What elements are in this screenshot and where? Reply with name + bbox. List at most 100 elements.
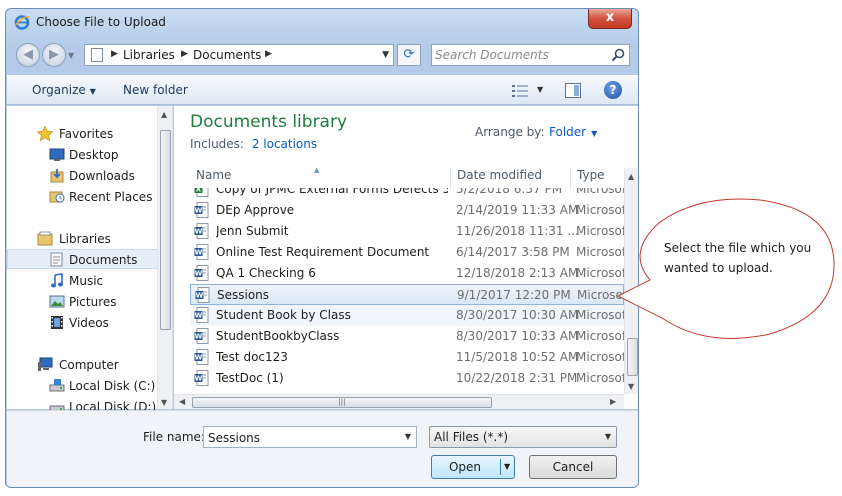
nav-item-documents[interactable]: Documents xyxy=(7,249,159,269)
refresh-button[interactable]: ⟳ xyxy=(397,44,421,66)
file-name: Student Book by Class xyxy=(216,308,351,322)
file-row[interactable]: W TestDoc (1) 10/22/2018 2:31 PM Microso… xyxy=(190,368,624,389)
file-date: 10/22/2018 2:31 PM xyxy=(456,371,578,385)
file-name: TestDoc (1) xyxy=(216,371,284,385)
file-row-selected[interactable]: W Sessions 9/1/2017 12:20 PM Microsoft xyxy=(190,284,624,305)
file-row[interactable]: W Test doc123 11/5/2018 10:52 AM Microso… xyxy=(190,347,624,368)
music-icon xyxy=(51,273,63,288)
cancel-button[interactable]: Cancel xyxy=(529,455,617,479)
nav-item-pictures[interactable]: Pictures xyxy=(7,292,159,312)
svg-text:W: W xyxy=(195,228,203,236)
search-icon[interactable] xyxy=(611,48,625,62)
nav-item-music[interactable]: Music xyxy=(7,271,159,291)
callout-text: Select the file which you wanted to uplo… xyxy=(664,241,812,275)
nav-item-computer[interactable]: Computer xyxy=(7,355,159,375)
open-options-chevron-icon[interactable]: ▼ xyxy=(504,462,510,471)
word-icon: W xyxy=(194,328,209,344)
scroll-up-icon[interactable]: ▲ xyxy=(628,172,634,181)
column-divider[interactable] xyxy=(570,168,571,190)
file-list: X Copy of JPMC External Forms Defects 5-… xyxy=(174,188,624,394)
chevron-down-icon: ▼ xyxy=(604,432,611,441)
title-bar[interactable]: Choose File to Upload x xyxy=(6,9,638,35)
file-row[interactable]: W Jenn Submit 11/26/2018 11:31 ... Micro… xyxy=(190,221,624,242)
file-row[interactable]: W DEp Approve 2/14/2019 11:33 AM Microso… xyxy=(190,200,624,221)
search-box[interactable] xyxy=(431,44,630,66)
navigation-scrollbar[interactable]: ▲ ▼ xyxy=(157,106,172,409)
documents-icon xyxy=(50,252,63,267)
nav-item-desktop[interactable]: Desktop xyxy=(7,145,159,165)
file-date: 11/5/2018 10:52 AM xyxy=(456,350,579,364)
file-date: 9/1/2017 12:20 PM xyxy=(457,288,571,302)
open-label: Open xyxy=(448,460,482,474)
column-divider[interactable] xyxy=(450,168,451,190)
breadcrumb-separator-icon: ▶ xyxy=(111,49,118,59)
file-date: 8/30/2017 10:33 AM xyxy=(456,329,579,343)
file-name: QA 1 Checking 6 xyxy=(216,266,316,280)
scrollbar-thumb[interactable] xyxy=(160,130,171,330)
nav-item-downloads[interactable]: Downloads xyxy=(7,166,159,186)
file-type-select[interactable]: All Files (*.*) ▼ xyxy=(429,426,617,448)
nav-item-label: Local Disk (C:) xyxy=(69,379,156,393)
arrow-left-icon: ◀ xyxy=(23,47,33,62)
nav-item-label: Downloads xyxy=(69,169,135,183)
change-view-icon[interactable] xyxy=(512,84,528,98)
file-type: Microsoft xyxy=(576,371,624,385)
address-dropdown-icon[interactable]: ▼ xyxy=(382,50,389,60)
scrollbar-thumb[interactable]: ||| xyxy=(192,397,492,408)
file-type-value: All Files (*.*) xyxy=(434,430,509,444)
chevron-down-icon[interactable]: ▼ xyxy=(405,432,411,441)
nav-item-recent-places[interactable]: Recent Places xyxy=(7,187,159,207)
file-row[interactable]: W StudentBookbyClass 8/30/2017 10:33 AM … xyxy=(190,326,624,347)
nav-item-label: Music xyxy=(69,274,104,288)
breadcrumb-libraries[interactable]: Libraries xyxy=(123,48,175,62)
file-name-input[interactable] xyxy=(208,430,392,445)
desktop-icon xyxy=(49,148,65,161)
file-list-horizontal-scrollbar[interactable]: ◀ ||| ▶ xyxy=(174,394,624,409)
scroll-up-icon[interactable]: ▲ xyxy=(161,110,167,119)
nav-item-favorites[interactable]: Favorites xyxy=(7,124,159,144)
file-type: Microsoft xyxy=(576,188,624,196)
column-header-name[interactable]: Name xyxy=(196,168,231,188)
svg-text:W: W xyxy=(196,292,204,300)
nav-item-libraries[interactable]: Libraries xyxy=(7,229,159,249)
new-folder-button[interactable]: New folder xyxy=(123,83,188,97)
file-name-combobox[interactable]: ▼ xyxy=(203,426,417,448)
preview-pane-icon[interactable] xyxy=(565,83,581,98)
nav-item-local-disk-c[interactable]: Local Disk (C:) xyxy=(7,376,159,396)
includes-label: Includes: xyxy=(190,137,244,151)
file-row[interactable]: W Online Test Requirement Document 6/14/… xyxy=(190,242,624,263)
file-row[interactable]: W Student Book by Class 8/30/2017 10:30 … xyxy=(190,305,624,326)
organize-button[interactable]: Organize ▼ xyxy=(32,83,96,97)
open-button[interactable]: Open ▼ xyxy=(431,455,515,479)
file-name: Sessions xyxy=(217,288,270,302)
breadcrumb-documents[interactable]: Documents xyxy=(193,48,261,62)
address-bar[interactable]: ▶ Libraries ▶ Documents ▶ ▼ xyxy=(84,44,394,66)
column-header-type[interactable]: Type xyxy=(577,168,605,188)
close-button[interactable]: x xyxy=(588,9,632,29)
scroll-right-icon[interactable]: ▶ xyxy=(610,397,616,406)
scroll-left-icon[interactable]: ◀ xyxy=(179,397,185,406)
star-icon xyxy=(37,126,53,141)
search-input[interactable] xyxy=(435,47,605,63)
sort-ascending-icon: ▲ xyxy=(314,166,320,174)
file-date: 2/14/2019 11:33 AM xyxy=(456,203,579,217)
arrange-by-dropdown[interactable]: Folder ▼ xyxy=(549,125,597,139)
file-row[interactable]: W QA 1 Checking 6 12/18/2018 2:13 AM Mic… xyxy=(190,263,624,284)
file-date: 8/30/2017 10:30 AM xyxy=(456,308,579,322)
scroll-down-icon[interactable]: ▼ xyxy=(161,398,167,407)
help-icon[interactable]: ? xyxy=(604,81,622,99)
file-name: Jenn Submit xyxy=(216,224,289,238)
arrange-by-value: Folder xyxy=(549,125,587,139)
file-row[interactable]: X Copy of JPMC External Forms Defects 5-… xyxy=(190,188,624,200)
forward-button[interactable]: ▶ xyxy=(42,43,66,67)
column-header-date[interactable]: Date modified xyxy=(457,168,542,188)
window-title: Choose File to Upload xyxy=(36,15,166,29)
scroll-down-icon[interactable]: ▼ xyxy=(628,382,634,391)
svg-text:W: W xyxy=(195,354,203,362)
view-options-chevron-icon[interactable]: ▼ xyxy=(537,85,543,94)
computer-icon xyxy=(38,357,53,371)
back-button[interactable]: ◀ xyxy=(16,43,40,67)
locations-link[interactable]: 2 locations xyxy=(252,137,317,151)
nav-item-videos[interactable]: Videos xyxy=(7,313,159,333)
recent-locations-chevron-icon[interactable]: ▼ xyxy=(68,51,74,60)
